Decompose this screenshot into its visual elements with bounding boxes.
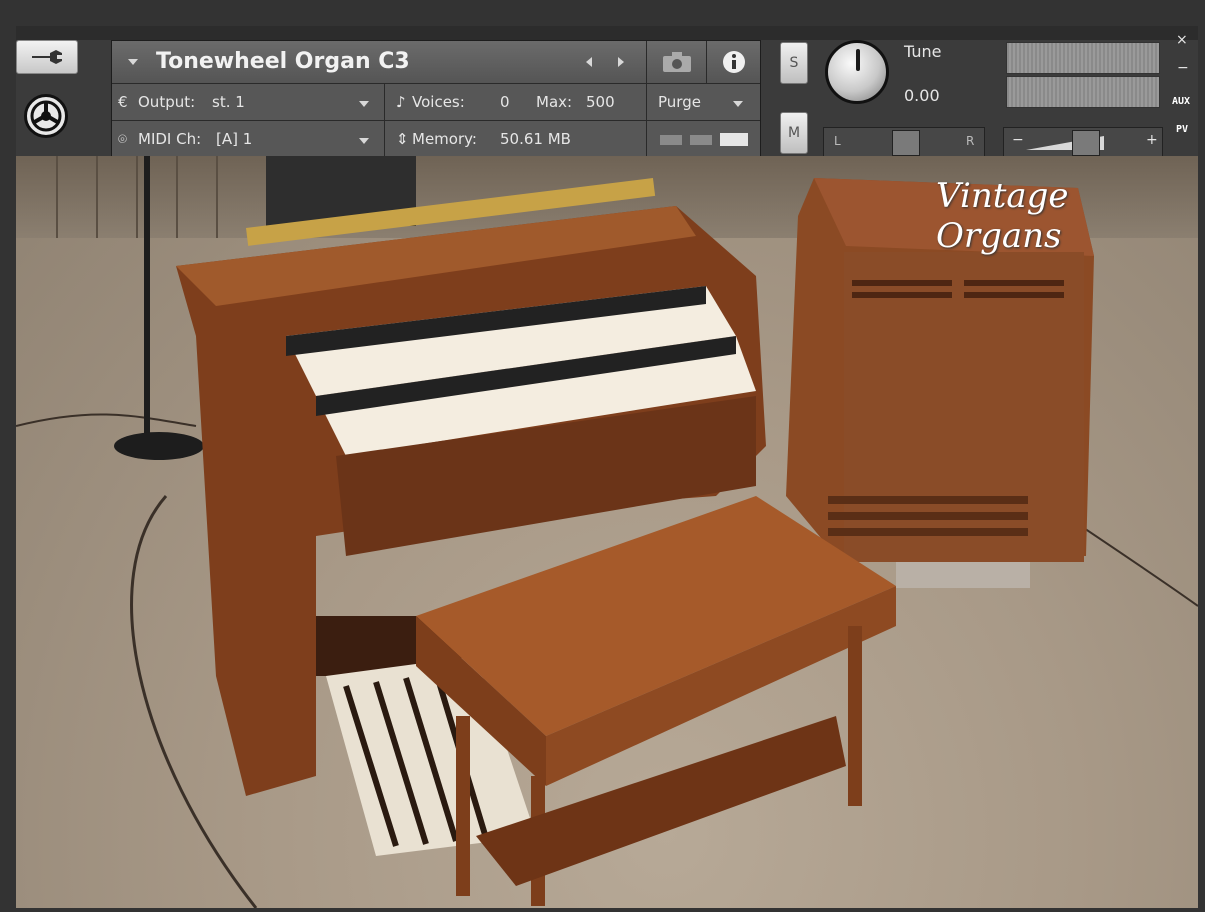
output-meter-left: [1006, 42, 1160, 74]
divider: [646, 41, 647, 83]
instrument-artwork: Vintage Organs: [16, 156, 1198, 908]
midi-icon: ⌾: [118, 130, 128, 148]
tune-knob-pointer: [856, 49, 860, 71]
header-strip: [16, 26, 1198, 40]
midi-row: ⌾ MIDI Ch: [A] 1 ⇕ Memory: 50.61 MB: [112, 120, 760, 158]
pan-right-label: R: [966, 134, 975, 148]
chevron-right-icon[interactable]: [616, 56, 626, 68]
midi-dropdown-chevron-icon[interactable]: [359, 138, 369, 144]
instrument-window: Tonewheel Organ C3 € Output: st. 1 ♪ Voi…: [0, 0, 1205, 912]
volume-handle[interactable]: [1072, 130, 1100, 156]
divider: [706, 41, 707, 83]
volume-minus: −: [1012, 132, 1024, 148]
instrument-title-row: Tonewheel Organ C3: [112, 41, 760, 83]
tune-label: Tune: [904, 42, 942, 61]
voices-label: Voices:: [412, 93, 465, 111]
tune-knob[interactable]: [825, 40, 889, 104]
max-voices-input[interactable]: 500: [586, 93, 615, 111]
memory-value: 50.61 MB: [500, 130, 571, 148]
memory-icon: ⇕: [396, 130, 409, 148]
divider: [646, 84, 647, 121]
purge-indicator: [690, 135, 712, 145]
output-label: Output:: [138, 93, 196, 111]
purge-dropdown-chevron-icon[interactable]: [733, 101, 743, 107]
solo-button[interactable]: S: [780, 42, 808, 84]
instrument-menu-chevron-icon[interactable]: [128, 59, 138, 65]
volume-slider[interactable]: − +: [1003, 127, 1163, 157]
aux-button[interactable]: AUX: [1172, 96, 1190, 107]
pan-slider[interactable]: L R: [823, 127, 985, 157]
edit-instrument-button[interactable]: [16, 40, 78, 74]
tune-value[interactable]: 0.00: [904, 86, 940, 105]
organ-illustration: [16, 156, 1198, 908]
output-dropdown-chevron-icon[interactable]: [359, 101, 369, 107]
volume-plus: +: [1146, 132, 1158, 148]
voices-icon: ♪: [396, 93, 406, 111]
vintage-organs-logo: Vintage Organs: [936, 176, 1069, 256]
purge-indicator: [720, 133, 748, 146]
chevron-left-icon[interactable]: [584, 56, 594, 68]
wrench-icon: [32, 50, 62, 64]
memory-label: Memory:: [412, 130, 477, 148]
output-select[interactable]: st. 1: [212, 93, 245, 111]
midi-channel-select[interactable]: [A] 1: [216, 130, 252, 148]
minimize-button[interactable]: −: [1177, 60, 1189, 76]
pan-left-label: L: [834, 134, 841, 148]
settings-logo-icon[interactable]: [24, 94, 68, 138]
pv-button[interactable]: PV: [1176, 124, 1188, 135]
max-label: Max:: [536, 93, 573, 111]
close-button[interactable]: ×: [1176, 32, 1188, 48]
instrument-info-panel: Tonewheel Organ C3 € Output: st. 1 ♪ Voi…: [111, 40, 761, 158]
mute-button[interactable]: M: [780, 112, 808, 154]
purge-button[interactable]: Purge: [658, 93, 701, 111]
midi-label: MIDI Ch:: [138, 130, 202, 148]
pan-handle[interactable]: [892, 130, 920, 156]
divider: [384, 84, 385, 121]
info-icon[interactable]: [722, 50, 746, 74]
output-icon: €: [118, 93, 128, 111]
camera-icon[interactable]: [662, 51, 692, 73]
output-meter-right: [1006, 76, 1160, 108]
divider: [384, 121, 385, 158]
divider: [646, 121, 647, 158]
purge-indicator: [660, 135, 682, 145]
voices-value: 0: [500, 93, 510, 111]
output-row: € Output: st. 1 ♪ Voices: 0 Max: 500 Pur…: [112, 83, 760, 121]
instrument-title: Tonewheel Organ C3: [156, 49, 410, 74]
